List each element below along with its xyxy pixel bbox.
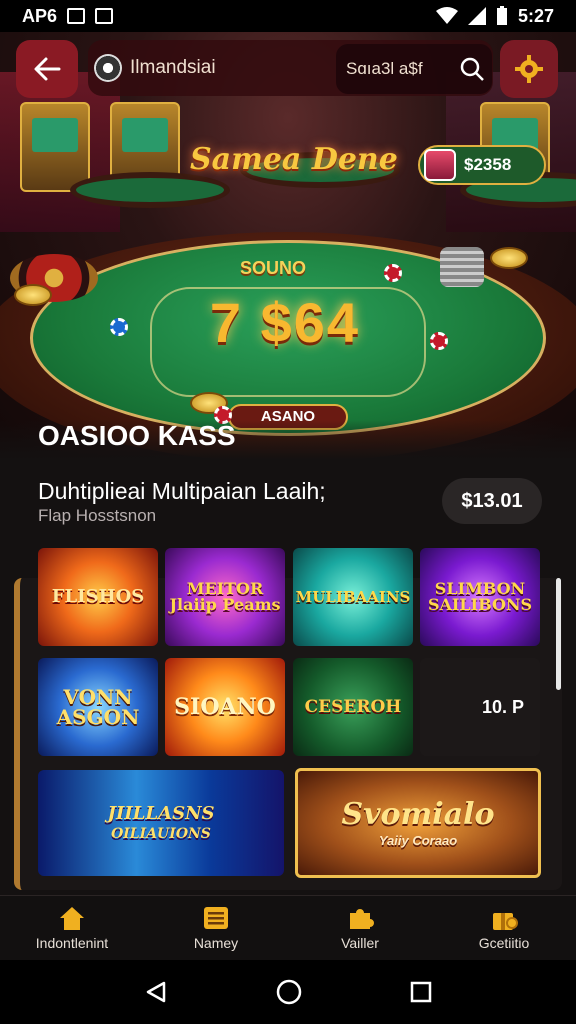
game-tile[interactable]: FLISHOS	[38, 548, 158, 646]
nav-item-home[interactable]: Indontlenint	[0, 896, 144, 960]
section-caption: Flap Hosstsnon	[38, 506, 157, 525]
game-tile[interactable]: MEITOR Jlaiip Peams	[165, 548, 285, 646]
slot-machine-image	[20, 102, 90, 192]
game-tile[interactable]: SIOANO	[165, 658, 285, 756]
back-button[interactable]	[16, 40, 78, 98]
price-button[interactable]: $13.01	[442, 478, 542, 524]
game-title: JIILLASNS	[107, 803, 215, 824]
bottom-nav: Indontlenint Namey Vailler Gcetiitio	[0, 895, 576, 960]
status-bar: AP6 5:27	[0, 0, 576, 32]
nav-item-menu[interactable]: Namey	[144, 896, 288, 960]
puzzle-icon	[350, 909, 374, 929]
section-subtitle: Duhtiplieai Multipaian Laaih;	[38, 478, 326, 504]
status-left-text: AP6	[22, 5, 58, 26]
game-tile-wide[interactable]: Svomialo Yaiiy Coraao	[295, 768, 541, 878]
nav-label: Gcetiitio	[478, 935, 530, 951]
nav-item-wallet[interactable]: Vailler	[288, 896, 432, 960]
app-title: Ilmandsiai	[130, 57, 216, 78]
wifi-icon	[435, 7, 458, 24]
chip-stack-image	[440, 247, 484, 287]
battery-icon	[496, 6, 507, 25]
search-input[interactable]: Sɑıa3l a$f	[336, 44, 492, 94]
game-tile-wide[interactable]: JIILLASNS OILIAUIONS	[38, 770, 284, 876]
table-label-top: SOUNO	[240, 258, 307, 278]
game-title: MULIBAAINS	[295, 587, 411, 606]
game-title-secondary: OILIAUIONS	[111, 826, 211, 842]
gift-icon	[493, 913, 518, 930]
home-icon	[60, 907, 84, 930]
game-title: Svomialo	[341, 796, 495, 832]
nav-item-gift[interactable]: Gcetiitio	[432, 896, 576, 960]
back-triangle-icon[interactable]	[144, 980, 168, 1004]
casino-logo: Samea Dene	[190, 142, 398, 177]
search-icon[interactable]	[452, 56, 492, 82]
app-logo-icon	[94, 54, 122, 82]
gear-icon	[515, 55, 543, 83]
nav-label: Namey	[193, 935, 239, 951]
background-table	[70, 172, 230, 208]
game-title: MEITOR Jlaiip Peams	[169, 579, 281, 614]
message-icon	[95, 8, 114, 24]
balance-amount: $2358	[464, 155, 512, 174]
game-tile[interactable]: CESEROH	[293, 658, 413, 756]
game-title: CESEROH	[304, 696, 402, 717]
nav-label: Vailler	[341, 935, 379, 951]
hero-banner: SOUNO 7 $64 ASANO Samea Dene $2358	[0, 32, 576, 462]
gold-coin-image	[14, 284, 52, 306]
system-nav-bar	[0, 960, 576, 1024]
scrollbar[interactable]	[556, 578, 561, 690]
game-tile[interactable]: VONN ASGON	[38, 658, 158, 756]
game-subtitle: Yaiiy Coraao	[378, 832, 458, 848]
game-tile[interactable]: 10. P	[420, 658, 540, 756]
game-title: SLIMBON SAILIBONS	[427, 579, 533, 614]
arrow-left-icon	[34, 57, 61, 81]
balance-pill[interactable]: $2358	[418, 145, 546, 185]
table-number-display: 7 $64	[209, 291, 361, 354]
game-title: FLISHOS	[51, 586, 145, 607]
game-title: 10. P	[481, 697, 524, 717]
game-title: SIOANO	[174, 694, 276, 720]
game-tile[interactable]: SLIMBON SAILIBONS	[420, 548, 540, 646]
chip-icon	[384, 264, 402, 282]
game-tile[interactable]: MULIBAAINS	[293, 548, 413, 646]
chip-icon	[110, 318, 128, 336]
avatar	[424, 149, 456, 181]
settings-button[interactable]	[500, 40, 558, 98]
gold-coin-image	[490, 247, 528, 269]
section-heading: OASIOO KASS	[38, 420, 236, 451]
menu-list-icon	[204, 907, 228, 929]
notification-icon	[67, 8, 86, 24]
status-time: 5:27	[517, 5, 554, 26]
chip-icon	[430, 332, 448, 350]
search-value: Sɑıa3l a$f	[346, 59, 423, 78]
home-circle-icon[interactable]	[276, 979, 302, 1005]
signal-icon	[467, 7, 486, 25]
game-title: VONN ASGON	[56, 685, 140, 729]
recents-square-icon[interactable]	[410, 981, 432, 1003]
nav-label: Indontlenint	[35, 935, 109, 951]
